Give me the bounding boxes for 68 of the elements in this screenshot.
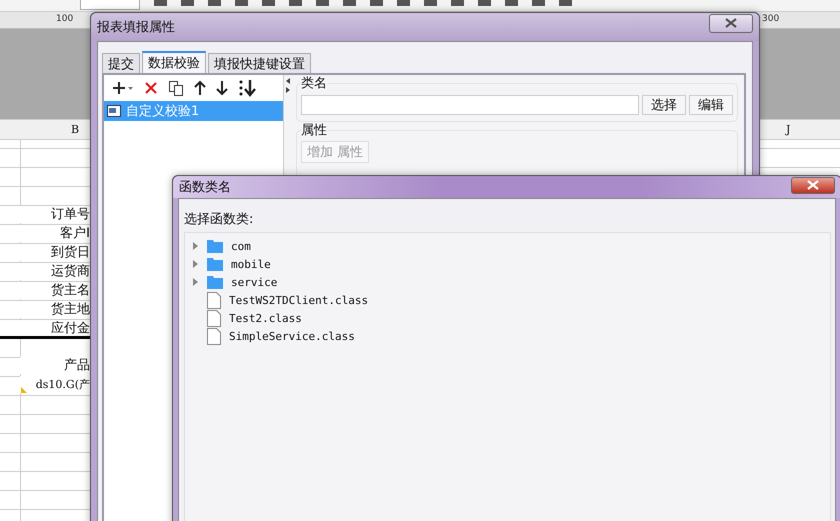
file-icon (207, 292, 221, 308)
copy-icon[interactable] (168, 80, 184, 96)
toolbar-icon[interactable] (478, 0, 491, 6)
toolbar-icon[interactable] (370, 0, 383, 6)
close-button[interactable] (709, 14, 753, 32)
group-label: 属性 (301, 123, 327, 138)
tab[interactable]: 填报快捷键设置 (208, 53, 311, 73)
close-icon (725, 18, 737, 28)
expand-arrow-icon[interactable] (191, 277, 199, 287)
tree-item[interactable]: service (185, 273, 830, 291)
table-cell: 应付金 (20, 320, 90, 337)
dialog-button[interactable]: 选择 (642, 95, 686, 115)
splitter-arrows-icon[interactable] (285, 77, 291, 95)
prompt-label: 选择函数类: (184, 211, 254, 228)
toolbar-icon[interactable] (397, 0, 410, 6)
close-button[interactable] (791, 176, 835, 194)
toolbar-icon[interactable] (343, 0, 356, 6)
cell-corner-icon (21, 387, 27, 393)
table-cell: 货主地 (20, 301, 90, 318)
tree-item[interactable]: com (185, 237, 830, 255)
file-icon (207, 310, 221, 326)
toolbar-icon[interactable] (559, 0, 572, 6)
tree-item[interactable]: Test2.class (185, 309, 830, 327)
move-down-icon[interactable] (216, 80, 228, 96)
folder-icon (207, 275, 223, 289)
column-header: B (71, 123, 80, 136)
delete-icon[interactable] (144, 81, 158, 95)
table-cell: 运货商 (20, 263, 90, 280)
file-icon (207, 328, 221, 344)
toolbar-icon[interactable] (451, 0, 464, 6)
toolbar-icon[interactable] (154, 0, 167, 6)
tab[interactable]: 数据校验 (142, 51, 206, 73)
tab[interactable]: 提交 (102, 53, 140, 73)
folder-icon (207, 239, 223, 253)
table-cell: 产品 (20, 357, 90, 374)
tree-item[interactable]: TestWS2TDClient.class (185, 291, 830, 309)
add-icon[interactable] (112, 80, 134, 96)
toolbar-icon[interactable] (424, 0, 437, 6)
table-cell: 订单号 (20, 206, 90, 223)
close-icon (807, 180, 819, 190)
toolbar-icon[interactable] (316, 0, 329, 6)
toolbar-icon[interactable] (208, 0, 221, 6)
toolbar-icon[interactable] (181, 0, 194, 6)
table-cell: 货主名 (20, 282, 90, 299)
tree-item[interactable]: SimpleService.class (185, 327, 830, 345)
window-title: 函数类名 (179, 179, 231, 196)
ruler-label: 300 (762, 14, 780, 24)
move-up-icon[interactable] (194, 80, 206, 96)
table-cell: 到货日 (20, 244, 90, 261)
table-cell: ds10.G(产 (20, 376, 90, 393)
toolbar-icon[interactable] (235, 0, 248, 6)
table-cell: 客户I (20, 225, 90, 242)
group-label: 类名 (301, 76, 327, 91)
tree-item[interactable]: mobile (185, 255, 830, 273)
class-name-field[interactable] (301, 95, 639, 115)
window-title: 报表填报属性 (97, 19, 175, 36)
expand-arrow-icon[interactable] (191, 259, 199, 269)
toolbar-icon[interactable] (532, 0, 545, 6)
ruler-label: 100 (56, 14, 74, 24)
dialog-button[interactable]: 编辑 (689, 95, 733, 115)
toolbar-icon[interactable] (262, 0, 275, 6)
move-to-bottom-icon[interactable] (238, 79, 256, 97)
folder-icon (207, 257, 223, 271)
toolbar-icon[interactable] (505, 0, 518, 6)
expand-arrow-icon[interactable] (191, 241, 199, 251)
toolbar-icon[interactable] (289, 0, 302, 6)
column-header: J (786, 123, 790, 136)
font-size-field[interactable] (80, 0, 140, 10)
